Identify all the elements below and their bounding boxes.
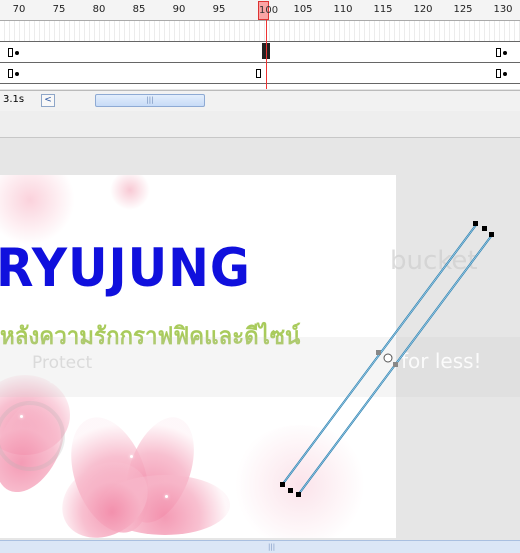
ruler-label: 115 — [373, 4, 393, 15]
scroll-left-arrow-icon[interactable]: < — [41, 94, 55, 107]
keyframe-end-marker[interactable] — [256, 69, 261, 78]
playhead-handle[interactable]: 100 — [258, 1, 279, 20]
timeline-status-bar: 3.1s < ||| — [0, 90, 520, 112]
ruler-label: 130 — [493, 4, 513, 15]
keyframe-end-marker[interactable] — [8, 48, 13, 57]
keyframe-end-marker[interactable] — [496, 48, 501, 57]
transform-handle — [473, 221, 478, 226]
timeline-scroll-thumb[interactable]: ||| — [95, 94, 205, 107]
timeline-track-4[interactable] — [0, 84, 520, 89]
transform-handle — [482, 226, 487, 231]
keyframe-dot[interactable] — [503, 72, 507, 76]
transform-handle — [288, 488, 293, 493]
ruler-label: 105 — [293, 4, 313, 15]
ruler-label: 70 — [12, 4, 26, 15]
ruler-label: 85 — [132, 4, 146, 15]
transform-handle — [489, 232, 494, 237]
timeline-track-2[interactable] — [0, 42, 520, 63]
timeline-track-3[interactable] — [0, 63, 520, 84]
stage-horizontal-scrollbar[interactable]: ||| — [0, 540, 520, 553]
ruler-label: 80 — [92, 4, 106, 15]
stage-title-text[interactable]: RYUJUNG — [0, 238, 251, 299]
transform-handle — [280, 482, 285, 487]
current-frame-label: 100 — [259, 5, 279, 16]
ruler-label: 90 — [172, 4, 186, 15]
playhead-line — [266, 20, 267, 89]
transform-handle — [296, 492, 301, 497]
keyframe-end-marker[interactable] — [8, 69, 13, 78]
ruler-label: 120 — [413, 4, 433, 15]
transform-handle — [393, 362, 398, 367]
timeline-tracks — [0, 21, 520, 89]
keyframe-dot[interactable] — [503, 51, 507, 55]
keyframe-dot[interactable] — [15, 51, 19, 55]
ruler-label: 75 — [52, 4, 66, 15]
bokeh-blur — [110, 175, 150, 210]
scroll-grip-icon[interactable]: ||| — [268, 543, 275, 551]
ruler-label: 110 — [333, 4, 353, 15]
elapsed-time: 3.1s — [3, 94, 25, 105]
transform-center-point — [383, 353, 393, 363]
ruler-label: 125 — [453, 4, 473, 15]
watermark-protect-text: Protect — [32, 353, 93, 373]
ruler-label: 95 — [212, 4, 226, 15]
bokeh-blur — [0, 175, 75, 245]
edit-bar — [0, 111, 520, 138]
keyframe-end-marker[interactable] — [496, 69, 501, 78]
timeline-track-1[interactable] — [0, 21, 520, 42]
line-shape-selection[interactable] — [270, 215, 510, 505]
keyframe-dot[interactable] — [15, 72, 19, 76]
transform-handle — [376, 350, 381, 355]
